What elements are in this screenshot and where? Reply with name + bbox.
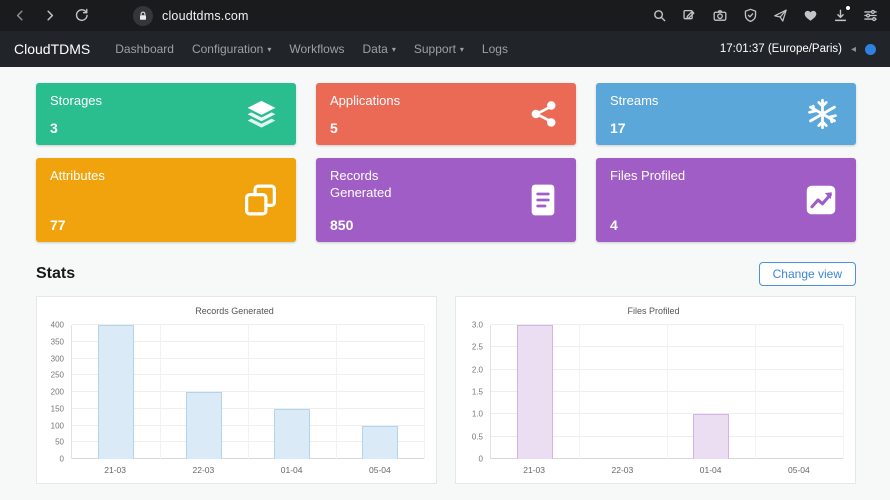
x-tick-label: 21-03 (104, 465, 126, 475)
card-value: 77 (50, 217, 66, 233)
card-storages: Storages 3 (36, 83, 296, 145)
browser-toolbar (652, 6, 878, 23)
address-bar[interactable]: cloudtdms.com (133, 5, 249, 26)
stats-header: Stats Change view (36, 262, 856, 286)
x-tick-label: 21-03 (523, 465, 545, 475)
dashboard-content: Storages 3 Applications 5 Streams 17 Att… (0, 67, 890, 484)
change-view-button[interactable]: Change view (758, 262, 856, 286)
nav-label: Configuration (191, 42, 264, 56)
chevron-down-icon: ▾ (459, 44, 464, 54)
bar-21-03 (517, 325, 553, 459)
nav-item-dashboard[interactable]: Dashboard (106, 42, 183, 56)
card-title: Applications (330, 93, 401, 108)
chevron-down-icon: ▾ (391, 44, 396, 54)
chart-title: Files Profiled (627, 306, 680, 316)
files-profiled-chart: Files Profiled 0 0.5 1.0 1.5 2.0 2.5 3.0 21-03… (455, 296, 856, 484)
y-axis: 0 0.5 1.0 1.5 2.0 2.5 3.0 (471, 320, 483, 464)
nav-item-logs[interactable]: Logs (473, 42, 517, 56)
chart-line-icon (803, 182, 839, 218)
plot-area (71, 324, 425, 459)
snowflake-icon (806, 98, 839, 131)
stats-heading: Stats (36, 265, 76, 282)
camera-icon[interactable] (712, 8, 728, 23)
card-title: Files Profiled (610, 168, 686, 183)
plot-area (490, 324, 844, 459)
x-axis: 21-03 22-03 01-04 05-04 (71, 459, 424, 475)
nav-label: Dashboard (115, 42, 174, 56)
download-icon[interactable] (833, 6, 850, 23)
nav-item-workflows[interactable]: Workflows (280, 42, 353, 56)
clone-icon (242, 182, 279, 219)
nodes-icon (529, 99, 559, 129)
card-files-profiled: Files Profiled 4 (596, 158, 856, 242)
forward-icon[interactable] (43, 8, 58, 23)
x-tick-label: 05-04 (788, 465, 810, 475)
layers-icon (244, 97, 279, 132)
records-generated-chart: Records Generated 0 50 100 150 200 250 300 350 4… (36, 296, 437, 484)
bar-22-03 (186, 392, 222, 459)
browser-chrome: cloudtdms.com (0, 0, 890, 31)
nav-label: Logs (481, 42, 508, 56)
x-axis: 21-03 22-03 01-04 05-04 (490, 459, 843, 475)
nav-item-data[interactable]: Data ▾ (354, 42, 405, 56)
status-indicator[interactable] (865, 43, 876, 55)
nav-item-support[interactable]: Support ▾ (405, 42, 473, 56)
download-badge (846, 6, 850, 10)
nav-label: Workflows (289, 42, 345, 56)
back-icon[interactable] (12, 8, 27, 23)
x-tick-label: 05-04 (369, 465, 391, 475)
refresh-icon[interactable] (74, 8, 89, 23)
navbar-right: 17:01:37 (Europe/Paris) ◂ (720, 43, 876, 55)
file-text-icon (527, 182, 559, 218)
card-title: Attributes (50, 168, 105, 183)
settings-sliders-icon[interactable] (863, 8, 878, 23)
search-icon[interactable] (652, 8, 667, 23)
card-value: 5 (330, 120, 338, 136)
x-tick-label: 22-03 (611, 465, 634, 475)
bar-21-03 (98, 325, 134, 459)
nav-label: Support (413, 42, 456, 56)
shield-icon[interactable] (743, 8, 758, 23)
card-attributes: Attributes 77 (36, 158, 296, 242)
bar-05-04 (362, 425, 398, 459)
bar-01-04 (693, 414, 729, 459)
clock-display: 17:01:37 (Europe/Paris) (719, 43, 842, 55)
nav-item-configuration[interactable]: Configuration ▾ (183, 42, 280, 56)
screenshot-edit-icon[interactable] (682, 8, 697, 23)
nav-label: Data (362, 42, 388, 56)
x-tick-label: 01-04 (699, 465, 722, 475)
x-tick-label: 22-03 (192, 465, 215, 475)
chart-title: Records Generated (195, 306, 274, 316)
lock-icon[interactable] (133, 5, 153, 26)
send-icon[interactable] (773, 8, 788, 23)
card-streams: Streams 17 (596, 83, 856, 145)
x-tick-label: 01-04 (280, 465, 303, 475)
card-applications: Applications 5 (316, 83, 576, 145)
card-value: 4 (610, 217, 618, 233)
card-records-generated: Records Generated 850 (316, 158, 576, 242)
url-text[interactable]: cloudtdms.com (162, 9, 249, 23)
brand-logo[interactable]: CloudTDMS (14, 41, 90, 57)
app-navbar: CloudTDMS Dashboard Configuration ▾ Workf… (0, 31, 890, 67)
y-axis: 0 50 100 150 200 250 300 350 400 (50, 320, 64, 464)
charts-section: Records Generated 0 50 100 150 200 250 300 350 4… (36, 296, 856, 484)
card-title: Records Generated (330, 168, 392, 200)
favorite-heart-icon[interactable] (803, 8, 818, 23)
card-value: 850 (330, 217, 354, 233)
bar-01-04 (274, 408, 310, 459)
chevron-left-icon[interactable]: ◂ (851, 44, 856, 55)
chevron-down-icon: ▾ (267, 44, 272, 54)
summary-cards: Storages 3 Applications 5 Streams 17 Att… (36, 83, 856, 242)
